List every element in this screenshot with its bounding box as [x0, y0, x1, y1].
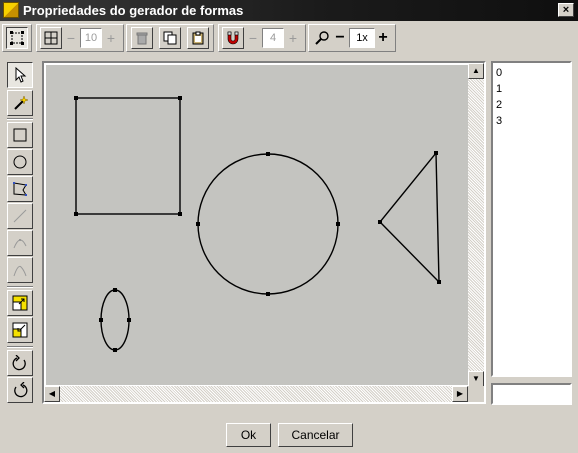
pointer-tool-button[interactable]	[7, 62, 33, 88]
separator	[7, 346, 33, 348]
rectangle-tool-button[interactable]	[7, 122, 33, 148]
rotate-right-button[interactable]	[7, 350, 33, 376]
rectangle-icon	[13, 128, 27, 142]
paste-button[interactable]	[187, 27, 209, 49]
scale-up-button[interactable]	[7, 290, 33, 316]
polygon-icon	[13, 182, 27, 196]
zoom-level-field[interactable]: 1x	[349, 28, 375, 48]
cancel-button[interactable]: Cancelar	[278, 423, 353, 447]
delete-button[interactable]	[131, 27, 153, 49]
title-bar: Propriedades do gerador de formas ×	[0, 0, 578, 21]
list-item[interactable]: 3	[496, 113, 570, 129]
list-item[interactable]: 1	[496, 81, 570, 97]
scroll-left-button[interactable]: ◀	[44, 386, 60, 402]
circle-icon	[13, 155, 27, 169]
shape-canvas[interactable]	[46, 65, 468, 385]
shape-tools-toolbar	[4, 60, 34, 405]
horizontal-scrollbar[interactable]: ◀ ▶	[44, 386, 468, 402]
shape-rectangle[interactable]	[74, 96, 182, 216]
snap-toggle-button[interactable]	[222, 27, 244, 49]
ellipse-tool-button[interactable]	[7, 149, 33, 175]
separator	[7, 286, 33, 288]
copy-icon	[163, 31, 177, 45]
polygon-tool-button[interactable]	[7, 176, 33, 202]
drawing-area: ▲ ▼ ◀ ▶	[42, 61, 486, 404]
shape-triangle[interactable]	[378, 151, 441, 284]
toolbar-group-select	[2, 24, 32, 52]
select-points-icon	[10, 31, 24, 45]
list-item[interactable]: 0	[496, 65, 570, 81]
toolbar: − 10 + − 4 + − 1x +	[2, 24, 576, 54]
grid-decrease-button[interactable]: −	[64, 27, 78, 49]
scroll-up-button[interactable]: ▲	[468, 63, 484, 79]
zoom-in-button[interactable]: +	[375, 27, 391, 49]
select-all-points-button[interactable]	[6, 27, 28, 49]
copy-button[interactable]	[159, 27, 181, 49]
shape-list[interactable]: 0 1 2 3	[491, 61, 572, 377]
bezier-tool-button[interactable]	[7, 257, 33, 283]
grid-icon	[44, 31, 58, 45]
shrink-icon	[12, 322, 28, 338]
pointer-icon	[15, 67, 27, 83]
window-title: Propriedades do gerador de formas	[23, 3, 244, 18]
close-button[interactable]: ×	[558, 3, 574, 17]
grid-increase-button[interactable]: +	[103, 27, 119, 49]
rotate-right-icon	[12, 355, 26, 371]
toolbar-group-zoom: − 1x +	[308, 24, 396, 52]
curve-tool-button[interactable]	[7, 230, 33, 256]
trash-icon	[136, 32, 148, 45]
curve-icon	[13, 239, 27, 249]
magnifier-icon	[315, 31, 329, 45]
toolbar-group-edit	[126, 24, 214, 52]
rotate-left-icon	[14, 382, 28, 398]
toolbar-group-grid: − 10 +	[36, 24, 124, 52]
toolbar-group-snap: − 4 +	[218, 24, 306, 52]
magnet-icon	[227, 31, 239, 45]
shape-name-field[interactable]	[491, 383, 572, 405]
line-icon	[13, 209, 27, 223]
shape-ellipse[interactable]	[99, 288, 131, 352]
grid-toggle-button[interactable]	[40, 27, 62, 49]
shape-circle[interactable]	[196, 152, 340, 296]
separator	[7, 118, 33, 120]
snap-increase-button[interactable]: +	[285, 27, 301, 49]
grid-size-field[interactable]: 10	[80, 28, 102, 48]
add-point-tool-button[interactable]	[7, 90, 33, 116]
magic-wand-icon	[14, 95, 28, 110]
scale-down-button[interactable]	[7, 317, 33, 343]
vertical-scrollbar[interactable]: ▲ ▼	[468, 63, 484, 387]
snap-distance-field[interactable]: 4	[262, 28, 284, 48]
snap-decrease-button[interactable]: −	[246, 27, 260, 49]
ok-button[interactable]: Ok	[226, 423, 271, 447]
scroll-down-button[interactable]: ▼	[468, 371, 484, 387]
zoom-out-button[interactable]: −	[333, 27, 347, 49]
scroll-right-button[interactable]: ▶	[452, 386, 468, 402]
clipboard-icon	[192, 31, 204, 45]
list-item[interactable]: 2	[496, 97, 570, 113]
app-icon	[3, 2, 19, 18]
zoom-button[interactable]	[311, 27, 333, 49]
enlarge-icon	[12, 295, 28, 311]
bezier-icon	[13, 265, 27, 277]
shapes-drawing	[74, 96, 441, 352]
line-tool-button[interactable]	[7, 203, 33, 229]
rotate-left-button[interactable]	[7, 377, 33, 403]
scrollbar-corner	[468, 386, 484, 402]
